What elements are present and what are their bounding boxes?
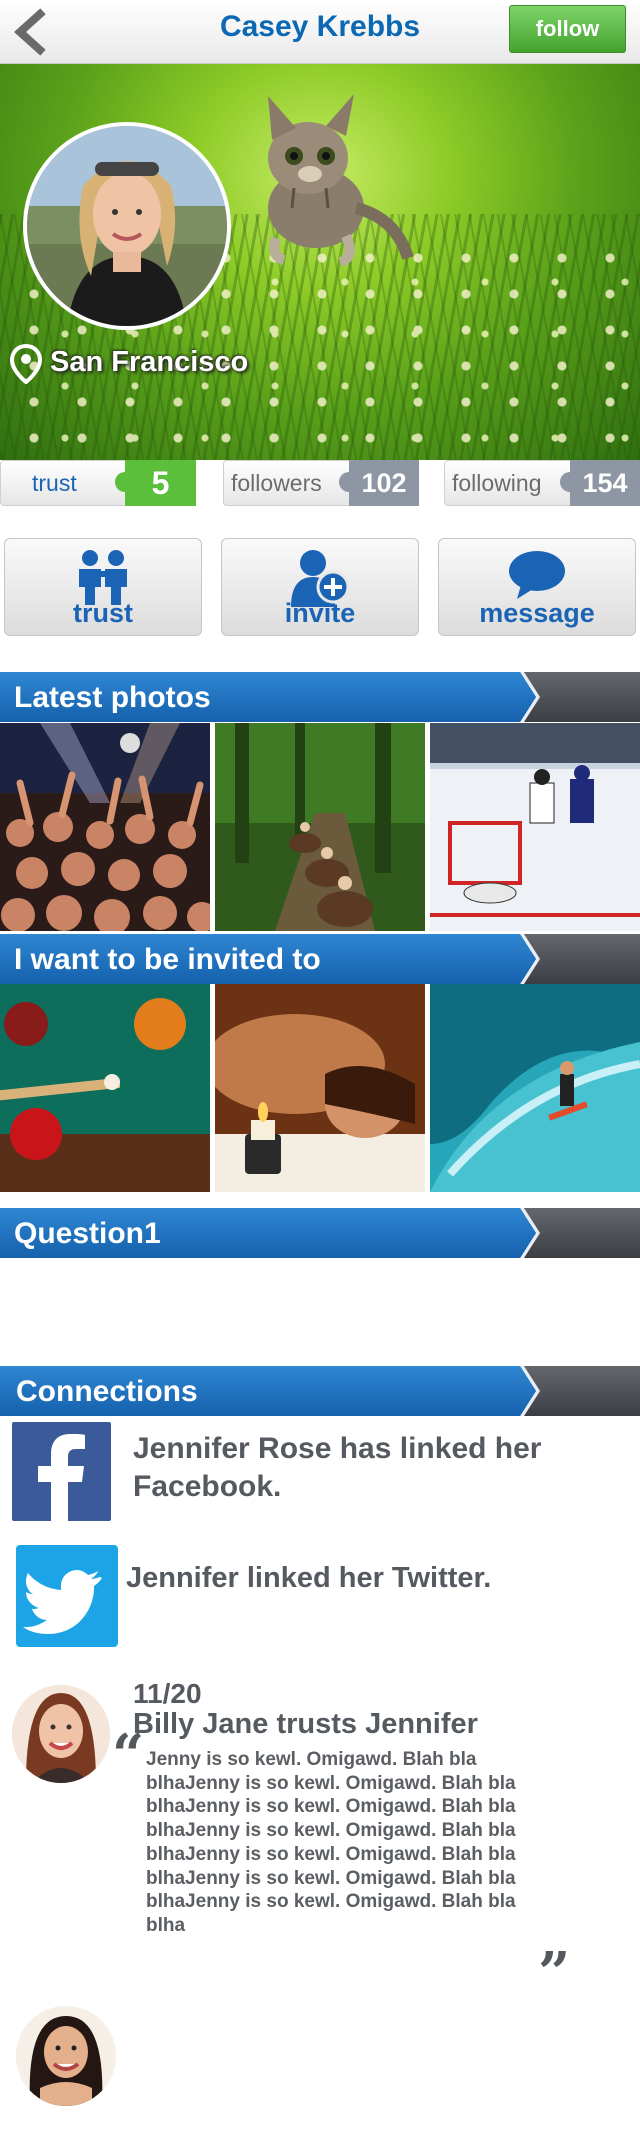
billiards-photo <box>0 984 210 1192</box>
stat-label: following <box>452 470 542 496</box>
billy-jane-avatar[interactable] <box>12 1685 110 1783</box>
close-quote-icon: ” <box>538 1940 571 2006</box>
stat-count-value: 154 <box>582 468 628 498</box>
ice-hockey-photo <box>430 723 640 931</box>
profile-avatar[interactable] <box>23 122 231 330</box>
stat-trust[interactable]: trust 5 <box>0 460 196 506</box>
connection-photo <box>16 2006 116 2106</box>
photo-tile-concert[interactable] <box>0 723 210 931</box>
photo-tile-surfing[interactable] <box>430 984 640 1192</box>
trust-date: 11/20 <box>133 1678 202 1709</box>
stat-notch <box>339 472 359 492</box>
facebook-icon[interactable] <box>12 1422 111 1521</box>
spa-massage-photo <box>215 984 425 1192</box>
section-title: I want to be invited to <box>14 943 321 976</box>
section-header-question: Question1 <box>0 1208 640 1258</box>
stat-count: 154 <box>560 460 640 506</box>
facebook-connection-text: Jennifer Rose has linked her Facebook. <box>133 1432 542 1503</box>
photo-tile-hockey[interactable] <box>430 723 640 931</box>
cover-photo: San Francisco <box>0 64 640 460</box>
photo-tile-billiards[interactable] <box>0 984 210 1192</box>
photo-tile-spa[interactable] <box>215 984 425 1192</box>
stat-following[interactable]: following 154 <box>444 460 640 506</box>
speech-bubble-icon <box>509 551 565 599</box>
stat-label: trust <box>32 470 77 496</box>
stat-followers[interactable]: followers 102 <box>223 460 419 506</box>
surfing-photo <box>430 984 640 1192</box>
trust-headline: Billy Jane trusts Jennifer <box>133 1708 478 1740</box>
action-label: invite <box>284 598 356 628</box>
stat-notch <box>560 472 580 492</box>
kitten-image <box>268 94 414 267</box>
back-button[interactable] <box>10 8 54 56</box>
map-pin-icon <box>10 344 42 384</box>
action-label: trust <box>73 598 133 628</box>
stat-count-value: 102 <box>361 468 407 498</box>
concert-crowd-photo <box>0 723 210 931</box>
follow-button[interactable]: follow <box>509 5 626 53</box>
facebook-logo <box>38 1434 85 1521</box>
section-header-latest-photos: Latest photos <box>0 672 640 722</box>
horseback-trail-photo <box>215 723 425 931</box>
photo-tile-horseback[interactable] <box>215 723 425 931</box>
section-title: Connections <box>16 1375 198 1408</box>
profile-photo <box>27 126 227 326</box>
section-header-invited-to: I want to be invited to <box>0 934 640 984</box>
chevron-left-icon <box>14 8 46 56</box>
section-title: Latest photos <box>14 681 211 714</box>
action-label: message <box>479 598 595 628</box>
invite-button[interactable]: invite <box>221 538 419 636</box>
stat-count: 102 <box>339 460 419 506</box>
section-header-connections: Connections <box>0 1366 640 1416</box>
billy-jane-photo <box>12 1685 110 1783</box>
page-title: Casey Krebbs <box>219 10 421 43</box>
stat-notch <box>115 472 135 492</box>
trust-button[interactable]: trust <box>4 538 202 636</box>
section-title: Question1 <box>14 1217 161 1250</box>
connection-avatar[interactable] <box>16 2006 116 2106</box>
twitter-bird <box>23 1570 102 1634</box>
top-bar: Casey Krebbs follow <box>0 0 640 64</box>
stat-label: followers <box>231 470 322 496</box>
trust-quote: Jenny is so kewl. Omigawd. Blah bla blha… <box>146 1749 516 1936</box>
twitter-connection-text: Jennifer linked her Twitter. <box>126 1562 492 1594</box>
twitter-icon[interactable] <box>16 1545 118 1647</box>
location-label: San Francisco <box>50 346 249 378</box>
open-quote-icon: “ <box>112 1722 145 1788</box>
stat-count: 5 <box>115 460 196 506</box>
stat-count-value: 5 <box>151 465 170 501</box>
message-button[interactable]: message <box>438 538 636 636</box>
